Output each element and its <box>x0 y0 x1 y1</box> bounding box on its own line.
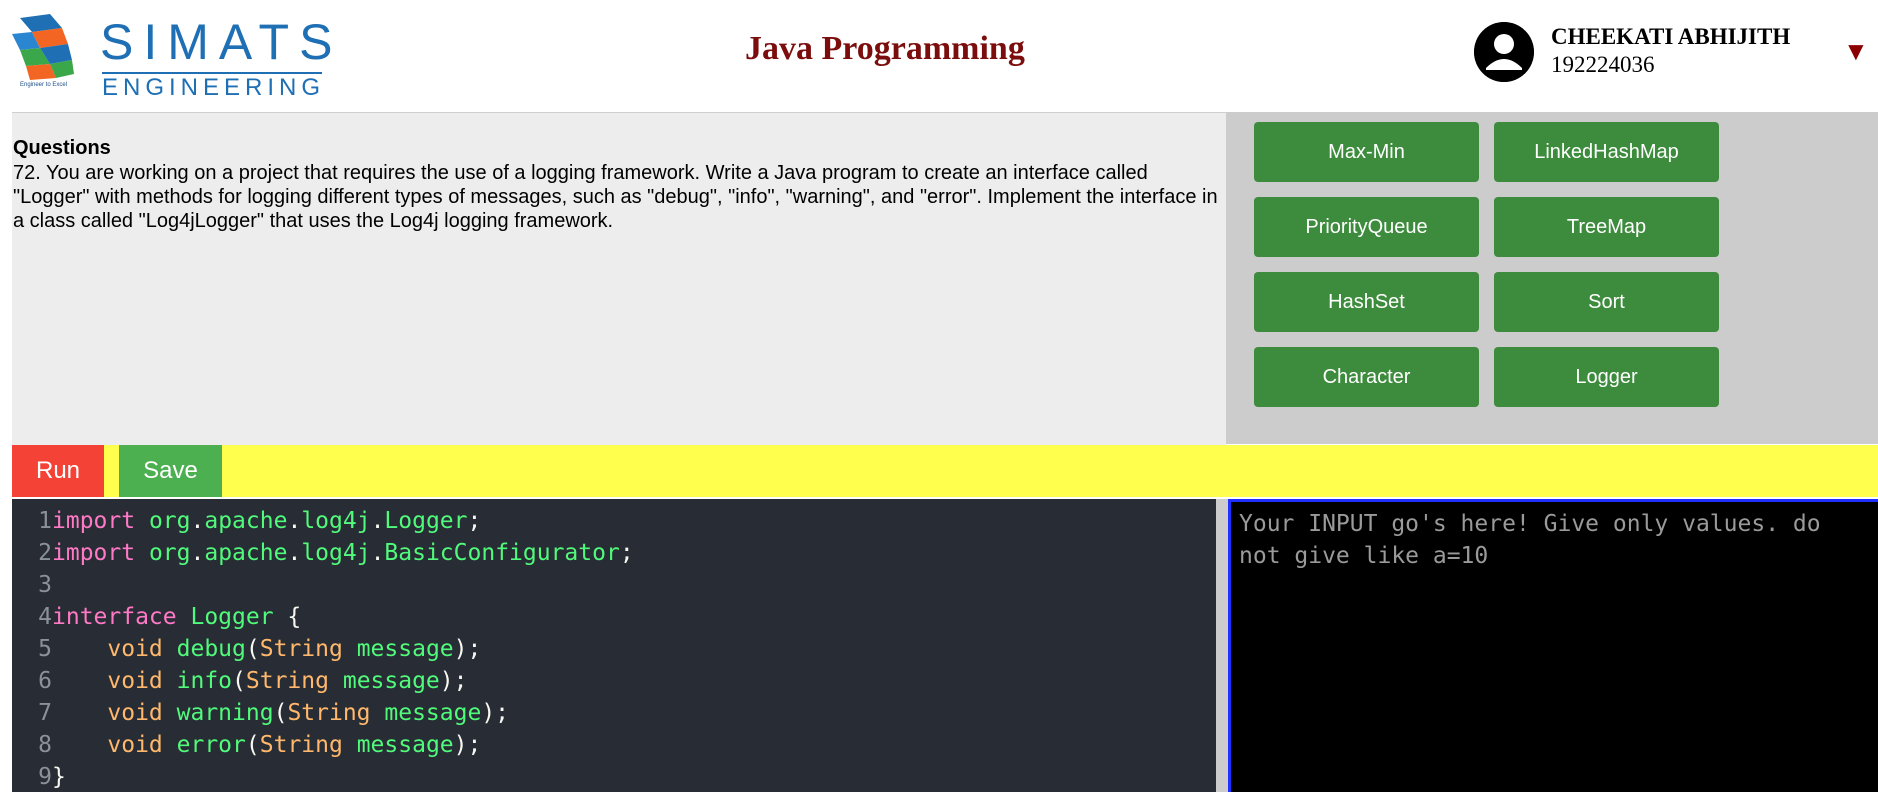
toolbar: Run Save <box>12 445 1878 497</box>
user-id: 192224036 <box>1551 52 1655 77</box>
logo-text-sub: ENGINEERING <box>102 74 326 101</box>
topic-button-max-min[interactable]: Max-Min <box>1254 122 1479 182</box>
simats-logo: SIMATS ENGINEERING Engineer to Excel <box>10 14 332 101</box>
panel-divider[interactable] <box>1216 499 1228 792</box>
code-line[interactable]: 9} <box>12 761 66 792</box>
question-panel: Questions 72. You are working on a proje… <box>12 112 1226 445</box>
run-button[interactable]: Run <box>12 445 104 497</box>
topic-button-sort[interactable]: Sort <box>1494 272 1719 332</box>
user-avatar-icon <box>1474 22 1534 82</box>
user-name: CHEEKATI ABHIJITH <box>1551 24 1791 49</box>
program-input-field[interactable] <box>1231 502 1878 792</box>
topic-button-priorityqueue[interactable]: PriorityQueue <box>1254 197 1479 257</box>
logo-text-main: SIMATS <box>100 14 343 70</box>
code-text: void warning(String message); <box>107 700 510 726</box>
code-text: void info(String message); <box>107 668 468 694</box>
code-line[interactable]: 3 <box>12 569 52 601</box>
code-text: } <box>52 764 66 790</box>
topic-button-character[interactable]: Character <box>1254 347 1479 407</box>
caret-down-icon[interactable]: ▼ <box>1843 38 1869 64</box>
line-number: 3 <box>38 572 52 598</box>
topic-button-logger[interactable]: Logger <box>1494 347 1719 407</box>
code-text: interface Logger { <box>52 604 302 630</box>
code-text: import org.apache.log4j.Logger; <box>52 508 482 534</box>
page-title: Java Programming <box>745 30 1025 67</box>
user-profile: CHEEKATI ABHIJITH 192224036 <box>1474 22 1874 82</box>
code-text: void error(String message); <box>107 732 482 758</box>
code-text: import org.apache.log4j.BasicConfigurato… <box>52 540 634 566</box>
code-line[interactable]: 5 void debug(String message); <box>12 633 481 665</box>
topic-button-panel: Max-Min LinkedHashMap PriorityQueue Tree… <box>1226 112 1878 444</box>
code-line[interactable]: 2import org.apache.log4j.BasicConfigurat… <box>12 537 634 569</box>
code-line[interactable]: 6 void info(String message); <box>12 665 467 697</box>
code-line[interactable]: 8 void error(String message); <box>12 729 481 761</box>
question-heading: Questions <box>13 137 111 159</box>
code-line[interactable]: 4interface Logger { <box>12 601 301 633</box>
question-text: 72. You are working on a project that re… <box>13 162 1218 232</box>
input-panel <box>1228 499 1878 792</box>
topic-button-treemap[interactable]: TreeMap <box>1494 197 1719 257</box>
code-line[interactable]: 7 void warning(String message); <box>12 697 509 729</box>
code-line[interactable]: 1import org.apache.log4j.Logger; <box>12 505 481 537</box>
code-text: void debug(String message); <box>107 636 482 662</box>
code-editor[interactable]: 1import org.apache.log4j.Logger; 2import … <box>12 499 1216 792</box>
save-button[interactable]: Save <box>119 445 222 497</box>
avatar <box>1474 22 1534 82</box>
logo-tagline: Engineer to Excel <box>20 82 68 88</box>
topic-button-hashset[interactable]: HashSet <box>1254 272 1479 332</box>
topic-button-linkedhashmap[interactable]: LinkedHashMap <box>1494 122 1719 182</box>
header: SIMATS ENGINEERING Engineer to Excel Jav… <box>0 0 1878 110</box>
